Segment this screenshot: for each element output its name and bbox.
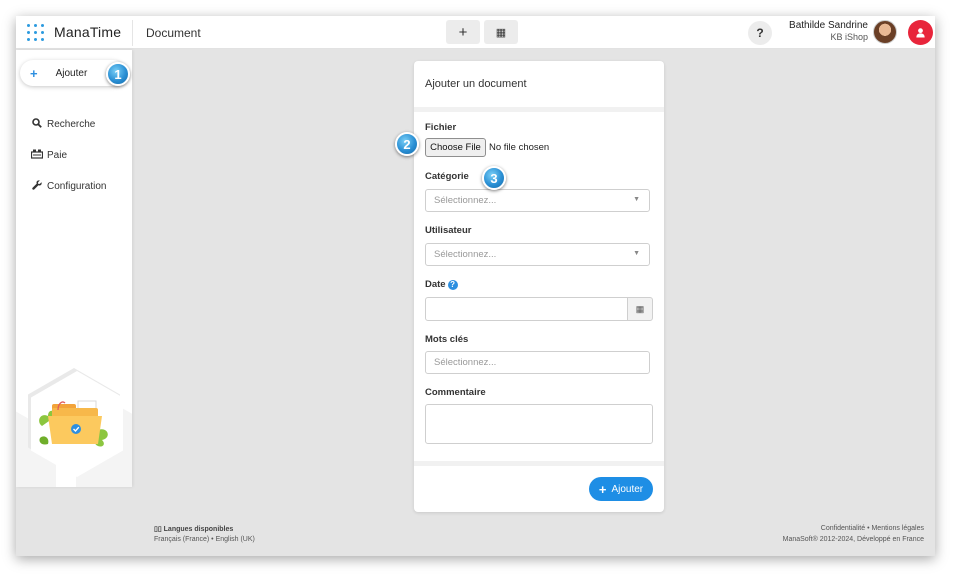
file-status: No file chosen — [489, 142, 550, 153]
calendar-icon: ▦ — [635, 303, 645, 314]
sidebar-item-search[interactable]: Recherche — [30, 118, 95, 131]
languages-title-text: Langues disponibles — [163, 526, 234, 533]
calendar-button[interactable]: ▦ — [484, 20, 518, 44]
folder-icon — [39, 400, 108, 447]
sidebar-item-payroll[interactable]: Paie — [30, 149, 67, 162]
sidebar: + Ajouter Recherche Paie Configuration — [16, 50, 132, 487]
quick-add-button[interactable]: + — [446, 20, 480, 44]
comment-textarea[interactable] — [425, 404, 653, 444]
date-picker-button[interactable]: ▦ — [627, 297, 653, 321]
user-label: Utilisateur — [425, 225, 472, 236]
add-document-form: Ajouter un document Fichier Choose File … — [414, 61, 664, 512]
caret-down-icon: ▼ — [633, 250, 640, 257]
sidebar-item-label: Paie — [47, 150, 68, 161]
choose-file-button[interactable]: Choose File — [425, 138, 486, 157]
category-select[interactable]: Sélectionnez... ▼ — [425, 189, 650, 212]
document-illustration — [16, 360, 132, 487]
sidebar-item-label: Recherche — [47, 119, 96, 130]
callout-badge-1: 1 — [106, 62, 130, 86]
plus-icon: + — [598, 481, 607, 497]
help-circle-icon[interactable]: ? — [447, 280, 458, 290]
comment-label: Commentaire — [425, 387, 486, 398]
form-title: Ajouter un document — [425, 78, 527, 90]
question-icon: ? — [756, 26, 764, 40]
divider — [414, 461, 664, 466]
user-select[interactable]: Sélectionnez... ▼ — [425, 243, 650, 266]
languages-title: ▯▯ Langues disponibles — [154, 525, 233, 533]
app-grid-icon[interactable] — [27, 24, 44, 41]
help-button[interactable]: ? — [748, 21, 772, 45]
file-label: Fichier — [425, 122, 457, 133]
caret-down-icon: ▼ — [633, 196, 640, 203]
wrench-icon — [30, 180, 43, 193]
calendar-icon: ▦ — [495, 26, 507, 39]
user-name[interactable]: Bathilde Sandrine — [789, 20, 868, 31]
user-icon — [916, 28, 925, 38]
category-placeholder: Sélectionnez... — [434, 195, 497, 206]
callout-badge-2: 2 — [395, 132, 419, 156]
copyright: ManaSoft® 2012-2024, Développé en France — [782, 536, 924, 543]
payroll-icon — [30, 149, 43, 162]
plus-icon: + — [458, 23, 468, 41]
page-title: Document — [146, 26, 201, 40]
sidebar-item-configuration[interactable]: Configuration — [30, 180, 106, 193]
app-window: ManaTime Document + ▦ ? Bathilde Sandrin… — [16, 16, 935, 556]
date-input[interactable] — [425, 297, 628, 321]
topbar-divider — [132, 20, 133, 46]
date-label: Date — [425, 279, 446, 290]
submit-add-button[interactable]: + Ajouter — [589, 477, 653, 501]
languages-links[interactable]: Français (France) • English (UK) — [154, 536, 255, 543]
divider — [414, 107, 664, 112]
user-placeholder: Sélectionnez... — [434, 249, 497, 260]
submit-label: Ajouter — [611, 483, 644, 495]
keywords-label: Mots clés — [425, 334, 469, 345]
legal-links[interactable]: Confidentialité • Mentions légales — [821, 525, 924, 532]
top-bar: ManaTime Document + ▦ ? Bathilde Sandrin… — [16, 16, 935, 49]
search-icon — [30, 118, 43, 131]
callout-badge-3: 3 — [482, 166, 506, 190]
app-logo[interactable]: ManaTime — [54, 24, 121, 40]
user-menu-button[interactable] — [908, 20, 933, 45]
user-company: KB iShop — [830, 32, 868, 42]
sidebar-item-label: Configuration — [47, 181, 107, 192]
sidebar-item-label: Ajouter — [55, 67, 88, 79]
keywords-placeholder: Sélectionnez... — [434, 357, 497, 368]
category-label: Catégorie — [425, 171, 469, 182]
keywords-input[interactable]: Sélectionnez... — [425, 351, 650, 374]
plus-icon: + — [30, 65, 38, 81]
avatar[interactable] — [873, 20, 897, 44]
flag-icon: ▯▯ — [154, 526, 164, 533]
date-label-row: Date? — [425, 279, 458, 290]
